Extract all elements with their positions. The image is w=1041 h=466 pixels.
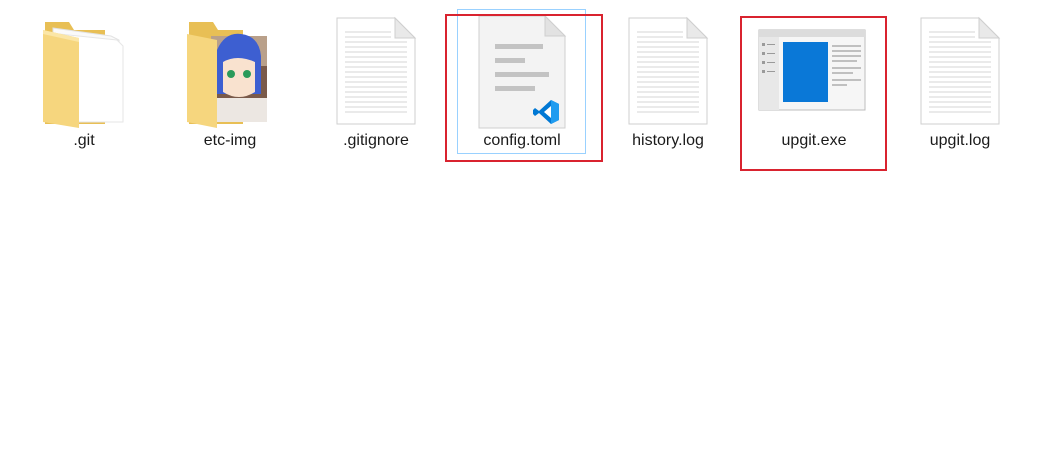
highlight-box-upgit-exe <box>740 16 887 171</box>
folder-icon <box>19 10 149 130</box>
file-name: upgit.log <box>929 132 991 149</box>
file-item-upgit-log[interactable]: upgit.log <box>895 10 1025 160</box>
file-name: history.log <box>632 132 704 149</box>
highlight-box-config-toml <box>445 14 603 162</box>
file-item-history-log[interactable]: history.log <box>603 10 733 160</box>
text-file-icon <box>603 10 733 130</box>
text-file-icon <box>895 10 1025 130</box>
image-folder-icon <box>165 10 295 130</box>
file-name: .git <box>73 132 95 149</box>
file-item-gitignore[interactable]: .gitignore <box>311 10 441 160</box>
file-item-etc-img[interactable]: etc-img <box>165 10 295 160</box>
text-file-icon <box>311 10 441 130</box>
file-name: etc-img <box>203 132 257 149</box>
file-name: .gitignore <box>343 132 409 149</box>
file-item-git[interactable]: .git <box>19 10 149 160</box>
